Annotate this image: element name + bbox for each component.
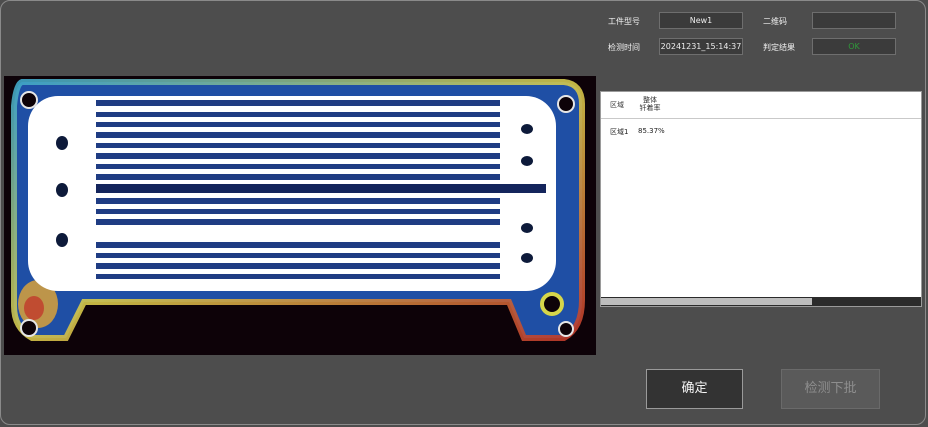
confirm-button[interactable]: 确定 <box>646 369 743 409</box>
next-batch-button[interactable]: 检测下批 <box>781 369 880 409</box>
header-divider <box>601 118 921 119</box>
xray-image-graphic <box>11 79 585 341</box>
result-label: 判定结果 <box>763 43 795 52</box>
horizontal-scrollbar[interactable] <box>601 297 921 306</box>
row-region: 区域1 <box>610 128 629 136</box>
inspection-image[interactable] <box>4 76 596 355</box>
result-field: OK <box>812 38 896 55</box>
time-field: 20241231_15:14:37 <box>659 38 743 55</box>
qr-label: 二维码 <box>763 17 787 26</box>
col-rate-header-line2: 钎着率 <box>639 104 661 112</box>
col-rate-header-line1: 整体 <box>643 96 657 104</box>
scrollbar-thumb[interactable] <box>601 298 813 305</box>
results-table: 区域 整体 钎着率 区域1 85.37% <box>600 91 922 307</box>
part-no-field[interactable]: New1 <box>659 12 743 29</box>
qr-field[interactable] <box>812 12 896 29</box>
col-region-header: 区域 <box>610 101 624 109</box>
part-no-label: 工件型号 <box>608 17 640 26</box>
row-rate: 85.37% <box>638 127 665 135</box>
time-label: 检测时间 <box>608 43 640 52</box>
